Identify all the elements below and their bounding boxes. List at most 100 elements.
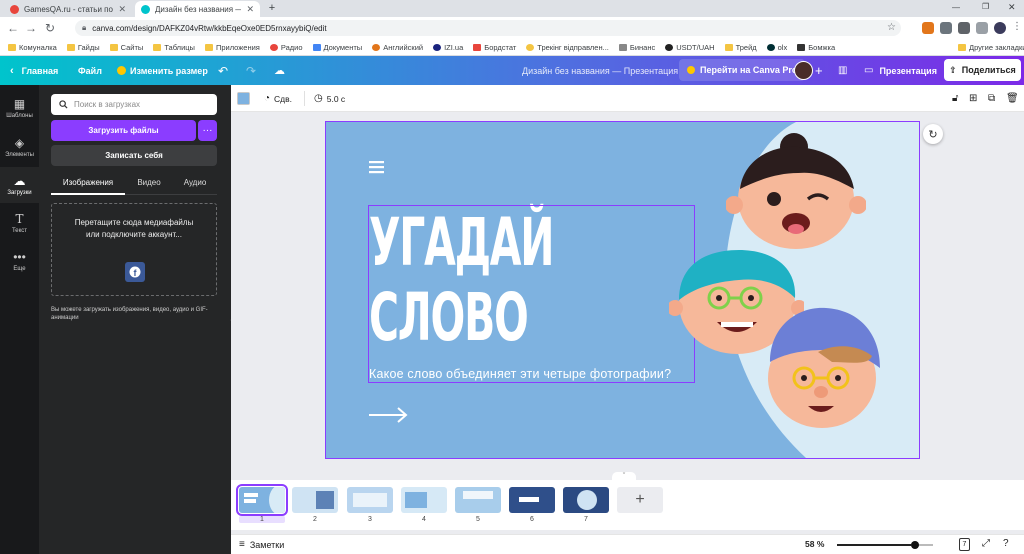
home-button[interactable]: ‹ Главная — [10, 56, 58, 85]
stats-chart-icon[interactable]: ▥ — [838, 56, 847, 85]
zoom-slider-handle[interactable] — [911, 541, 919, 549]
present-button[interactable]: ▭ Презентация — [864, 56, 937, 85]
close-window-icon[interactable]: ✕ — [1008, 2, 1016, 13]
back-arrow-icon[interactable]: ← — [6, 21, 20, 35]
page-thumbnail[interactable] — [401, 487, 447, 513]
restore-window-icon[interactable]: ❐ — [982, 2, 989, 11]
new-tab-button[interactable]: + — [266, 2, 278, 14]
address-bar[interactable]: 🔒︎ canva.com/design/DAFKZ04vRtw/kkbEqeOx… — [75, 20, 901, 36]
extension-icon[interactable] — [940, 22, 952, 34]
bookmark-item[interactable]: Бордстат — [473, 43, 516, 52]
undo-icon[interactable]: ↶ — [218, 56, 228, 85]
slide-subtitle[interactable]: Какое слово объединяет эти четыре фотогр… — [369, 367, 671, 381]
thumb-photo — [316, 491, 334, 509]
share-button[interactable]: ⇪ Поделиться — [944, 59, 1021, 81]
browser-tab-gamesqa[interactable]: GamesQA.ru - статьи по решени... ✕ — [4, 1, 132, 17]
url-text: canva.com/design/DAFKZ04vRtw/kkbEqeOxe0E… — [92, 23, 327, 33]
tab-audio[interactable]: Аудио — [175, 178, 215, 192]
puzzle-extensions-icon[interactable] — [958, 22, 970, 34]
page-thumbnail[interactable] — [292, 487, 338, 513]
cloud-saved-icon[interactable]: ☁ — [274, 56, 285, 85]
bookmark-item[interactable]: Сайты — [109, 43, 143, 52]
minimize-window-icon[interactable]: — — [952, 3, 960, 12]
sidebar-item-text[interactable]: T Текст — [0, 205, 39, 241]
bookmark-item[interactable]: Приложения — [204, 43, 260, 52]
bookmark-star-icon[interactable]: ☆ — [887, 22, 896, 33]
reload-icon[interactable]: ↻ — [43, 21, 57, 35]
help-icon[interactable]: ? — [1003, 538, 1009, 549]
regenerate-icon[interactable]: ↻ — [923, 124, 943, 144]
record-yourself-button[interactable]: Записать себя — [51, 145, 217, 166]
user-avatar[interactable] — [794, 61, 813, 80]
bookmark-item[interactable]: olx — [766, 43, 787, 52]
zoom-level[interactable]: 58 % — [805, 539, 824, 549]
background-color-swatch[interactable] — [237, 92, 250, 105]
animate-button[interactable]: ◔ Сдв. — [264, 85, 292, 112]
redo-icon[interactable]: ↷ — [246, 56, 256, 85]
browser-menu-icon[interactable]: ⋮ — [1012, 21, 1022, 32]
tab-images[interactable]: Изображения — [51, 178, 125, 192]
bookmark-item[interactable]: Английский — [372, 43, 423, 52]
bookmark-item[interactable]: Документы — [312, 43, 362, 52]
forward-arrow-icon[interactable]: → — [24, 21, 38, 35]
close-tab-icon[interactable]: ✕ — [246, 4, 254, 15]
tab-video[interactable]: Видео — [129, 178, 169, 192]
fullscreen-icon[interactable]: ⤢ — [982, 538, 990, 549]
other-bookmarks[interactable]: Другие закладки — [958, 43, 1024, 52]
upload-files-button[interactable]: Загрузить файлы — [51, 120, 196, 141]
bookmark-item[interactable]: Трейд — [724, 43, 757, 52]
profile-avatar[interactable] — [994, 22, 1006, 34]
slide-canvas[interactable]: УГАДАЙ СЛОВО Какое слово объединяет эти … — [325, 121, 920, 459]
page-thumbnail[interactable] — [563, 487, 609, 513]
file-menu-button[interactable]: Файл — [78, 56, 102, 85]
resize-button[interactable]: Изменить размер — [117, 56, 208, 85]
bookmark-item[interactable]: Бинанс — [618, 43, 655, 52]
sidebar-item-templates[interactable]: ▦ Шаблоны — [0, 90, 39, 126]
page-count-badge[interactable]: 7 — [959, 538, 970, 551]
bookmark-item[interactable]: IZI.ua — [433, 43, 463, 52]
close-tab-icon[interactable]: ✕ — [118, 4, 126, 15]
chart-icon — [473, 43, 482, 51]
browser-tab-canva[interactable]: Дизайн без названия — Презент ✕ — [135, 1, 260, 17]
bookmark-item[interactable]: Радио — [269, 43, 303, 52]
page-number: 6 — [530, 516, 534, 523]
clock-icon: ◷ — [314, 93, 323, 104]
tab-title: Дизайн без названия — Презент — [155, 4, 241, 14]
delete-page-icon[interactable]: 🗑︎ — [1006, 85, 1019, 112]
page-thumbnail[interactable] — [509, 487, 555, 513]
page-thumbnail[interactable] — [236, 484, 288, 516]
notes-button[interactable]: ≡ Заметки — [239, 539, 284, 550]
add-collaborator-icon[interactable]: + — [815, 56, 823, 85]
bookmark-item[interactable]: Бомжка — [797, 43, 835, 52]
metamask-extension-icon[interactable] — [922, 22, 934, 34]
zoom-slider-track[interactable] — [837, 541, 933, 549]
add-page-icon[interactable]: ⊞ — [969, 85, 977, 112]
bookmark-item[interactable]: Таблицы — [153, 43, 195, 52]
add-page-button[interactable]: + — [617, 487, 663, 513]
bookmark-item[interactable]: USDT/UAH — [665, 43, 715, 52]
lock-page-icon[interactable]: 🔓︎ — [952, 85, 958, 112]
thumb-title-bar — [519, 497, 539, 502]
bookmark-item[interactable]: Трекінг відправлен... — [526, 43, 609, 52]
text-selection-box[interactable] — [368, 205, 695, 383]
upload-more-button[interactable]: ··· — [198, 120, 217, 141]
sidebar-item-uploads[interactable]: ☁ Загрузки — [0, 167, 39, 203]
duplicate-page-icon[interactable]: ⧉ — [988, 85, 995, 112]
design-title[interactable]: Дизайн без названия — Презентация — [522, 56, 678, 85]
radio-icon — [269, 43, 278, 51]
facebook-connect-button[interactable]: f — [125, 262, 145, 282]
page-thumbnail[interactable] — [455, 487, 501, 513]
bookmark-item[interactable]: Комуналка — [8, 43, 57, 52]
media-dropzone[interactable]: Перетащите сюда медиафайлы или подключит… — [51, 203, 217, 296]
sidebar-item-elements[interactable]: ◈ Элементы — [0, 129, 39, 165]
bookmarks-bar: Комуналка Гайды Сайты Таблицы Приложения… — [0, 39, 1024, 56]
page-thumbnail[interactable] — [347, 487, 393, 513]
duration-button[interactable]: ◷ 5.0 с — [314, 85, 345, 112]
bookmark-item[interactable]: Гайды — [66, 43, 100, 52]
sidebar-item-more[interactable]: ••• Еще — [0, 243, 39, 279]
go-pro-button[interactable]: Перейти на Canva Pro — [679, 59, 806, 81]
swatch-fill — [238, 93, 249, 104]
search-input[interactable]: Поиск в загрузках — [51, 94, 217, 115]
tab-title: GamesQA.ru - статьи по решени... — [24, 4, 113, 14]
sidepanel-icon[interactable] — [976, 22, 988, 34]
